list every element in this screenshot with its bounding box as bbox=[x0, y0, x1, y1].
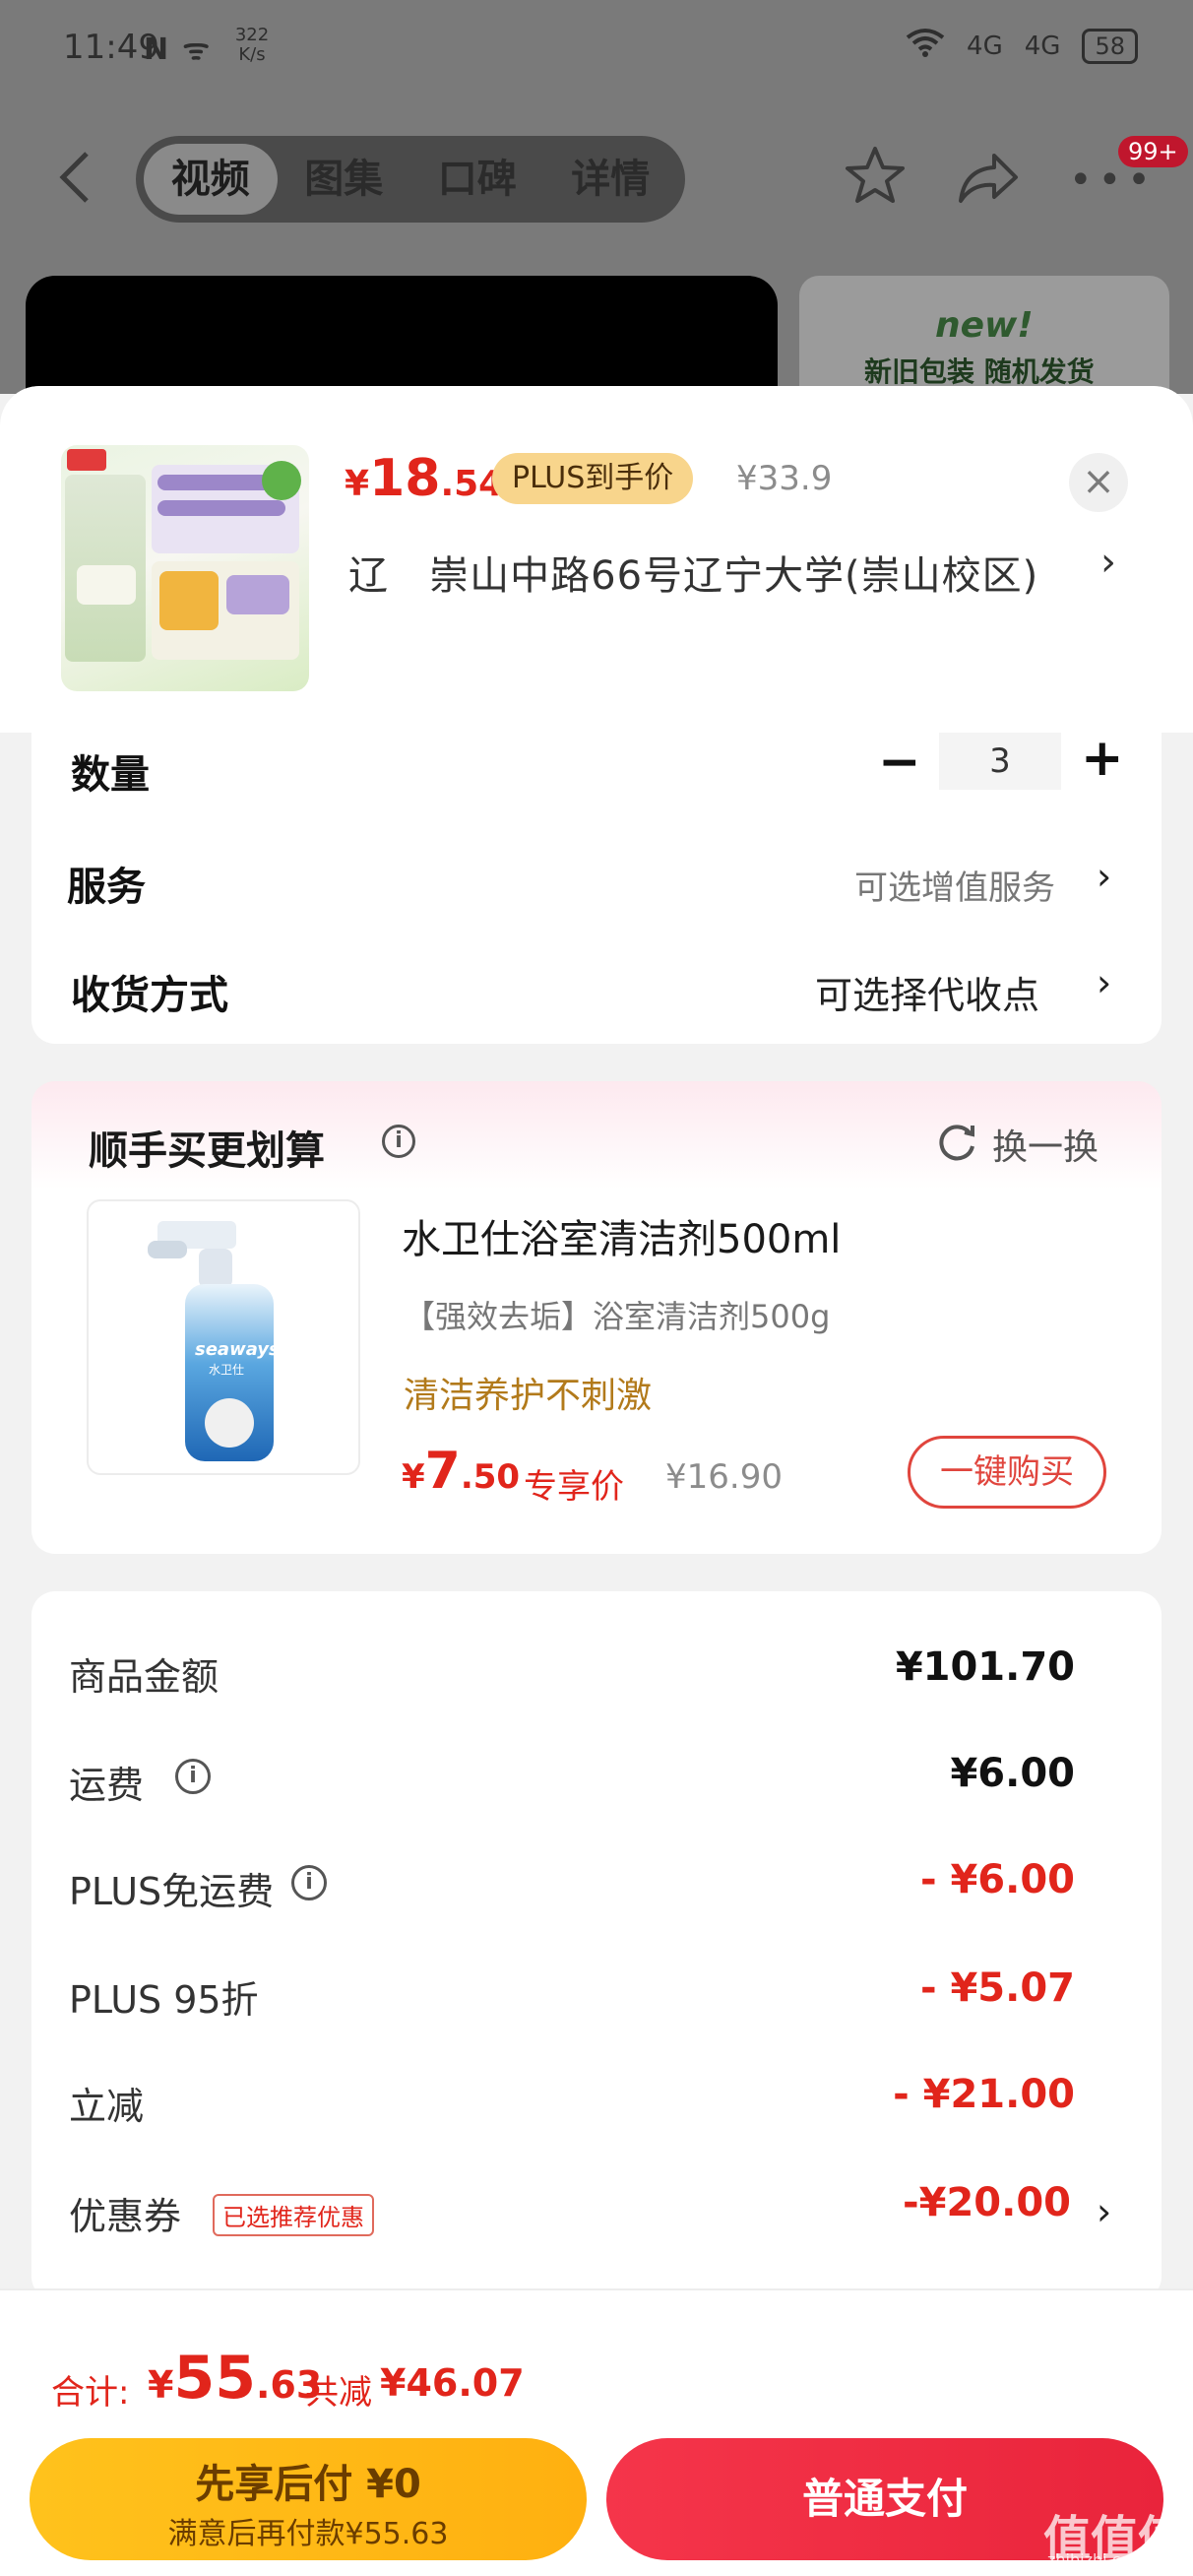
addon-title: 顺手买更划算 bbox=[89, 1128, 325, 1174]
goods-amount-value: ¥101.70 bbox=[895, 1644, 1075, 1690]
one-click-buy-button[interactable]: 一键购买 bbox=[908, 1436, 1106, 1509]
signal-2-label: 4G bbox=[1024, 31, 1061, 61]
watermark-url: zhibizhi.com bbox=[1047, 2550, 1146, 2569]
tab-gallery[interactable]: 图集 bbox=[278, 144, 411, 215]
addon-price-currency: ¥ bbox=[402, 1457, 425, 1497]
coupon-label: 优惠券 bbox=[69, 2195, 182, 2238]
network-speed-value: 322 bbox=[234, 25, 270, 45]
thumbnail-caption: 新旧包装 随机发货 bbox=[864, 355, 1095, 388]
delivery-address[interactable]: 辽 崇山中路66号辽宁大学(崇山校区) bbox=[348, 544, 1038, 601]
status-bar: 11:49 N ᯤ 322 K/s 4G 4G 58 bbox=[0, 0, 1193, 98]
coupon-recommend-tag: 已选推荐优惠 bbox=[213, 2194, 374, 2236]
plus-free-shipping-value: - ¥6.00 bbox=[919, 1857, 1075, 1902]
shipping-fee-value: ¥6.00 bbox=[950, 1751, 1075, 1796]
coupon-value[interactable]: -¥20.00 bbox=[903, 2180, 1071, 2225]
total-label: 合计: bbox=[51, 2373, 130, 2413]
addon-original-price: ¥16.90 bbox=[665, 1457, 783, 1497]
product-price: ¥18.54 bbox=[345, 449, 503, 508]
refresh-label[interactable]: 换一换 bbox=[992, 1119, 1099, 1170]
addon-brand-label: seaways bbox=[195, 1339, 280, 1360]
plus-free-shipping-label: PLUS免运费 bbox=[69, 1870, 275, 1913]
refresh-icon[interactable] bbox=[935, 1121, 978, 1164]
original-price: ¥33.9 bbox=[736, 459, 833, 498]
info-icon[interactable]: i bbox=[175, 1759, 211, 1794]
price-currency: ¥ bbox=[345, 464, 370, 504]
plus-price-badge: PLUS到手价 bbox=[492, 453, 694, 504]
addon-product-tagline: 清洁养护不刺激 bbox=[404, 1376, 653, 1416]
network-status-icons: N ᯤ bbox=[144, 32, 212, 67]
checkout-bar: 合计: ¥55.63 共减 ¥46.07 先享后付 ¥0 满意后再付款¥55.6… bbox=[0, 2288, 1193, 2576]
status-right-icons: 4G 4G 58 bbox=[906, 28, 1138, 64]
chevron-right-icon[interactable]: › bbox=[1097, 961, 1111, 1004]
addon-product-image[interactable]: seaways 水卫仕 bbox=[87, 1199, 360, 1475]
info-icon[interactable]: i bbox=[382, 1125, 415, 1158]
goods-amount-label: 商品金额 bbox=[69, 1655, 220, 1699]
shipping-fee-label: 运费 bbox=[69, 1764, 145, 1807]
total-saved-value: ¥46.07 bbox=[380, 2361, 525, 2405]
price-integer: 18 bbox=[369, 449, 441, 508]
wifi-icon bbox=[906, 28, 945, 64]
addon-price-tag: 专享价 bbox=[524, 1467, 624, 1507]
network-speed: 322 K/s bbox=[232, 26, 272, 65]
plus-discount-label: PLUS 95折 bbox=[69, 1978, 259, 2022]
tab-details[interactable]: 详情 bbox=[544, 144, 678, 215]
share-icon[interactable] bbox=[955, 148, 1020, 207]
favorite-star-icon[interactable] bbox=[843, 144, 908, 209]
close-button[interactable]: × bbox=[1069, 453, 1128, 512]
address-prefix: 辽 bbox=[348, 553, 389, 599]
product-image[interactable] bbox=[61, 445, 309, 691]
addon-price-decimal: .50 bbox=[460, 1457, 521, 1497]
address-text: 崇山中路66号辽宁大学(崇山校区) bbox=[429, 553, 1039, 599]
quantity-decrease-button[interactable]: − bbox=[878, 733, 921, 792]
addon-price-integer: 7 bbox=[424, 1442, 461, 1501]
addon-card: 顺手买更划算 i 换一换 seaways 水卫仕 水卫仕浴室清洁剂500ml 【… bbox=[31, 1081, 1162, 1554]
service-value[interactable]: 可选增值服务 bbox=[854, 861, 1055, 909]
total-integer: 55 bbox=[173, 2344, 256, 2413]
total-price: ¥55.63 bbox=[148, 2344, 322, 2413]
quantity-increase-button[interactable]: + bbox=[1081, 729, 1124, 788]
instant-discount-label: 立减 bbox=[69, 2085, 145, 2128]
purchase-sheet: ¥18.54 PLUS到手价 ¥33.9 × 辽 崇山中路66号辽宁大学(崇山校… bbox=[0, 386, 1193, 2576]
network-speed-unit: K/s bbox=[238, 44, 266, 65]
close-icon: × bbox=[1082, 459, 1115, 504]
battery-icon: 58 bbox=[1082, 28, 1138, 64]
pay-later-button[interactable]: 先享后付 ¥0 满意后再付款¥55.63 bbox=[30, 2438, 587, 2560]
delivery-method-label: 收货方式 bbox=[71, 973, 228, 1018]
pay-later-title: 先享后付 ¥0 bbox=[195, 2462, 421, 2507]
tab-video[interactable]: 视频 bbox=[144, 144, 278, 215]
delivery-method-value[interactable]: 可选择代收点 bbox=[815, 965, 1039, 1019]
service-label: 服务 bbox=[67, 865, 146, 910]
thumbnail-new-label: new! bbox=[935, 305, 1034, 346]
back-arrow-icon[interactable] bbox=[55, 148, 94, 207]
plus-discount-value: - ¥5.07 bbox=[919, 1965, 1075, 2011]
total-currency: ¥ bbox=[148, 2363, 174, 2407]
signal-1-label: 4G bbox=[967, 31, 1003, 61]
quantity-label: 数量 bbox=[71, 752, 150, 798]
chevron-right-icon[interactable]: › bbox=[1100, 540, 1116, 585]
tab-reviews[interactable]: 口碑 bbox=[410, 144, 544, 215]
options-card: 数量 − 3 + 服务 可选增值服务 › 收货方式 可选择代收点 › bbox=[31, 729, 1162, 1044]
video-player[interactable] bbox=[26, 276, 778, 404]
chevron-right-icon[interactable]: › bbox=[1097, 2190, 1111, 2233]
total-saved-label: 共减 bbox=[305, 2373, 372, 2413]
quantity-input[interactable]: 3 bbox=[939, 733, 1061, 790]
addon-price: ¥7.50 bbox=[402, 1442, 520, 1501]
addon-brand-cn: 水卫仕 bbox=[209, 1363, 245, 1377]
info-icon[interactable]: i bbox=[291, 1865, 327, 1900]
order-summary-card: 商品金额 ¥101.70 运费 i ¥6.00 PLUS免运费 i - ¥6.0… bbox=[31, 1591, 1162, 2300]
chevron-right-icon[interactable]: › bbox=[1097, 855, 1111, 898]
instant-discount-value: - ¥21.00 bbox=[893, 2072, 1075, 2117]
addon-product-subtitle: 【强效去垢】浴室清洁剂500g bbox=[404, 1298, 831, 1335]
top-tab-bar: 视频 图集 口碑 详情 bbox=[136, 136, 685, 223]
pay-later-subtitle: 满意后再付款¥55.63 bbox=[167, 2517, 449, 2551]
notification-badge: 99+ bbox=[1118, 136, 1188, 167]
addon-product-name[interactable]: 水卫仕浴室清洁剂500ml bbox=[402, 1207, 841, 1264]
